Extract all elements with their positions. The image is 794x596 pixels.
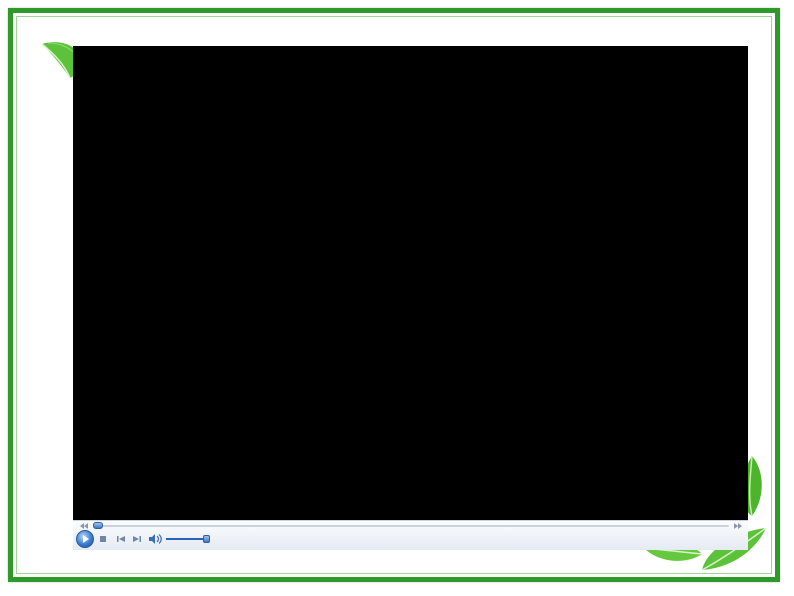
fast-forward-icon[interactable] (733, 522, 743, 530)
rewind-icon[interactable] (79, 522, 89, 530)
play-icon (83, 535, 89, 543)
video-player[interactable] (73, 46, 748, 550)
stop-button[interactable] (97, 533, 109, 545)
previous-track-button[interactable] (115, 533, 127, 545)
volume-thumb[interactable] (203, 535, 210, 543)
mute-button[interactable] (148, 533, 162, 545)
seek-bar[interactable] (93, 525, 729, 527)
volume-slider[interactable] (166, 538, 206, 540)
seek-thumb[interactable] (93, 522, 103, 529)
video-display-area[interactable] (73, 46, 748, 520)
player-control-bar (73, 520, 748, 550)
play-button[interactable] (76, 530, 94, 548)
next-track-button[interactable] (131, 533, 143, 545)
